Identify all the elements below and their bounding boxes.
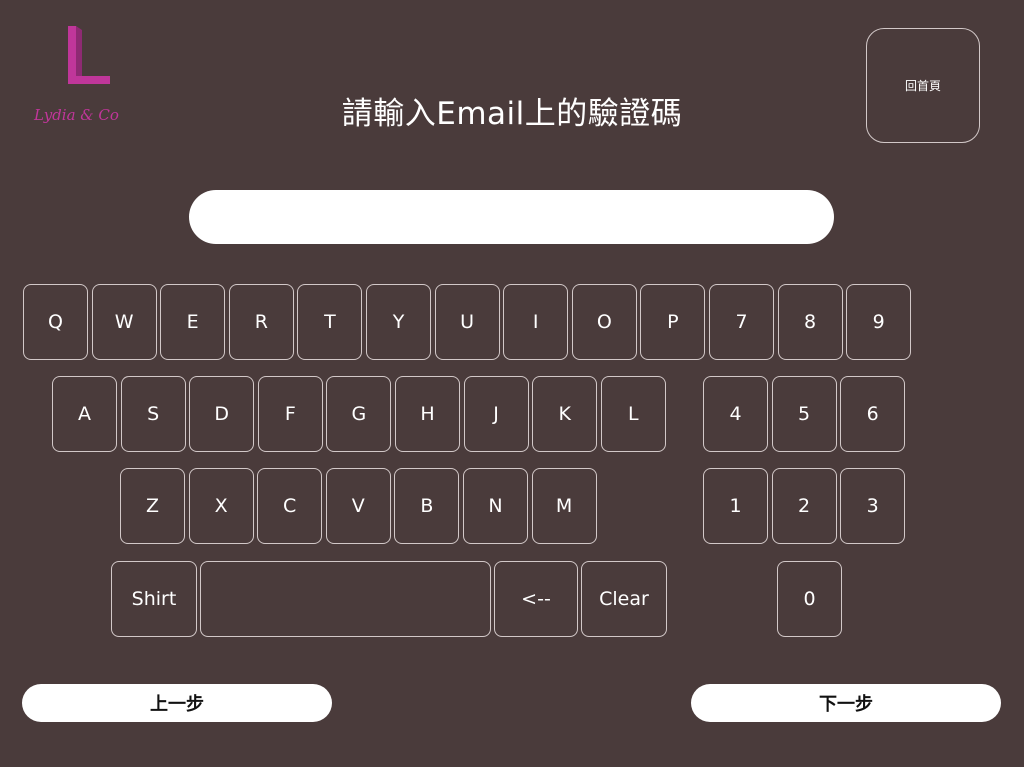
- next-step-button[interactable]: 下一步: [691, 684, 1001, 722]
- key-label: 6: [866, 403, 879, 425]
- key-a[interactable]: A: [52, 376, 117, 452]
- key-label: A: [78, 403, 91, 425]
- key-k[interactable]: K: [532, 376, 598, 452]
- key-label: X: [214, 495, 228, 517]
- key-label: I: [532, 311, 539, 333]
- key-label: C: [283, 495, 297, 517]
- key-label: K: [558, 403, 571, 425]
- numpad-key-5[interactable]: 5: [771, 376, 837, 452]
- key-label: 7: [735, 311, 748, 333]
- key-v[interactable]: V: [325, 468, 391, 544]
- numpad-key-8[interactable]: 8: [777, 284, 843, 360]
- previous-step-label: 上一步: [150, 694, 204, 715]
- key-label: V: [351, 495, 365, 517]
- space-key[interactable]: [200, 561, 491, 637]
- key-label: Q: [48, 311, 63, 333]
- numpad-key-0[interactable]: 0: [777, 561, 842, 637]
- clear-key[interactable]: Clear: [581, 561, 667, 637]
- key-label: Z: [145, 495, 160, 517]
- key-label: Y: [392, 311, 405, 333]
- numpad-key-6[interactable]: 6: [840, 376, 906, 452]
- key-label: M: [555, 495, 573, 517]
- key-z[interactable]: Z: [120, 468, 185, 544]
- key-label: D: [214, 403, 229, 425]
- key-label: T: [324, 311, 336, 333]
- key-o[interactable]: O: [571, 284, 637, 360]
- key-label: 3: [866, 495, 879, 517]
- numpad-key-4[interactable]: 4: [703, 376, 768, 452]
- key-y[interactable]: Y: [366, 284, 431, 360]
- key-m[interactable]: M: [531, 468, 597, 544]
- key-label: S: [147, 403, 160, 425]
- key-label: 2: [798, 495, 811, 517]
- home-button[interactable]: 回首頁: [866, 28, 980, 143]
- key-q[interactable]: Q: [23, 284, 88, 360]
- key-label: P: [667, 311, 679, 333]
- numpad-key-3[interactable]: 3: [840, 468, 906, 544]
- key-s[interactable]: S: [120, 376, 186, 452]
- shift-key[interactable]: Shirt: [111, 561, 197, 637]
- key-label: <--: [521, 588, 551, 610]
- previous-step-button[interactable]: 上一步: [22, 684, 332, 722]
- key-t[interactable]: T: [297, 284, 363, 360]
- key-label: G: [351, 403, 367, 425]
- key-r[interactable]: R: [228, 284, 294, 360]
- key-label: 4: [729, 403, 742, 425]
- key-c[interactable]: C: [257, 468, 323, 544]
- key-label: L: [628, 403, 639, 425]
- key-label: 5: [798, 403, 811, 425]
- key-label: R: [254, 311, 268, 333]
- backspace-key[interactable]: <--: [494, 561, 578, 637]
- key-l[interactable]: L: [600, 376, 666, 452]
- key-label: F: [284, 403, 296, 425]
- key-label: 1: [729, 495, 742, 517]
- numpad-key-1[interactable]: 1: [703, 468, 768, 544]
- key-b[interactable]: B: [394, 468, 460, 544]
- key-label: 0: [803, 588, 816, 610]
- key-label: 9: [872, 311, 885, 333]
- key-label: W: [114, 311, 134, 333]
- key-w[interactable]: W: [91, 284, 157, 360]
- numpad-key-2[interactable]: 2: [771, 468, 837, 544]
- key-label: U: [460, 311, 475, 333]
- key-i[interactable]: I: [503, 284, 569, 360]
- key-p[interactable]: P: [640, 284, 706, 360]
- key-x[interactable]: X: [188, 468, 254, 544]
- key-u[interactable]: U: [434, 284, 500, 360]
- key-j[interactable]: J: [463, 376, 529, 452]
- key-label: Shirt: [131, 588, 177, 610]
- key-label: O: [596, 311, 612, 333]
- key-f[interactable]: F: [257, 376, 323, 452]
- key-label: B: [420, 495, 434, 517]
- key-d[interactable]: D: [189, 376, 255, 452]
- key-label: Clear: [599, 588, 649, 610]
- key-label: E: [186, 311, 199, 333]
- home-button-label: 回首頁: [904, 79, 941, 93]
- key-e[interactable]: E: [160, 284, 226, 360]
- key-n[interactable]: N: [463, 468, 528, 544]
- key-label: 8: [804, 311, 817, 333]
- next-step-label: 下一步: [819, 694, 873, 715]
- key-label: J: [493, 403, 499, 425]
- key-label: N: [488, 495, 503, 517]
- key-g[interactable]: G: [326, 376, 392, 452]
- numpad-key-7[interactable]: 7: [709, 284, 774, 360]
- numpad-key-9[interactable]: 9: [846, 284, 912, 360]
- verification-code-input[interactable]: [189, 190, 834, 244]
- key-h[interactable]: H: [395, 376, 460, 452]
- key-label: H: [420, 403, 435, 425]
